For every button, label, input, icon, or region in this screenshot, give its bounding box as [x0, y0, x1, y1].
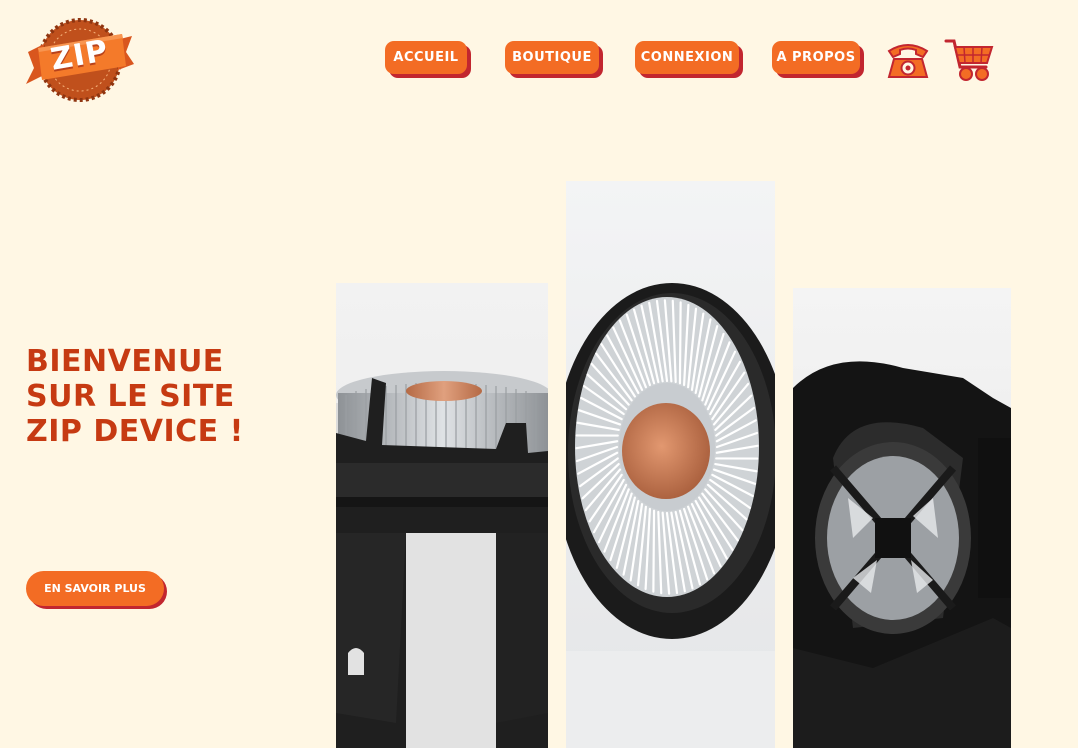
zip-logo[interactable]: ZIP [24, 14, 136, 102]
cart-icon[interactable] [944, 35, 994, 83]
nav-connexion-button[interactable]: CONNEXION [635, 41, 739, 74]
cpu-cooler-side-photo [336, 283, 548, 748]
learn-more-button[interactable]: EN SAVOIR PLUS [26, 571, 164, 606]
fan-housing-photo [793, 288, 1011, 748]
cpu-cooler-top-photo [566, 181, 775, 748]
hero-title: BIENVENUE SUR LE SITE ZIP DEVICE ! [26, 344, 244, 449]
nav-boutique-button[interactable]: BOUTIQUE [505, 41, 599, 74]
phone-icon[interactable] [885, 37, 931, 81]
nav-accueil-button[interactable]: ACCUEIL [385, 41, 467, 74]
nav-a-propos-button[interactable]: A PROPOS [772, 41, 860, 74]
